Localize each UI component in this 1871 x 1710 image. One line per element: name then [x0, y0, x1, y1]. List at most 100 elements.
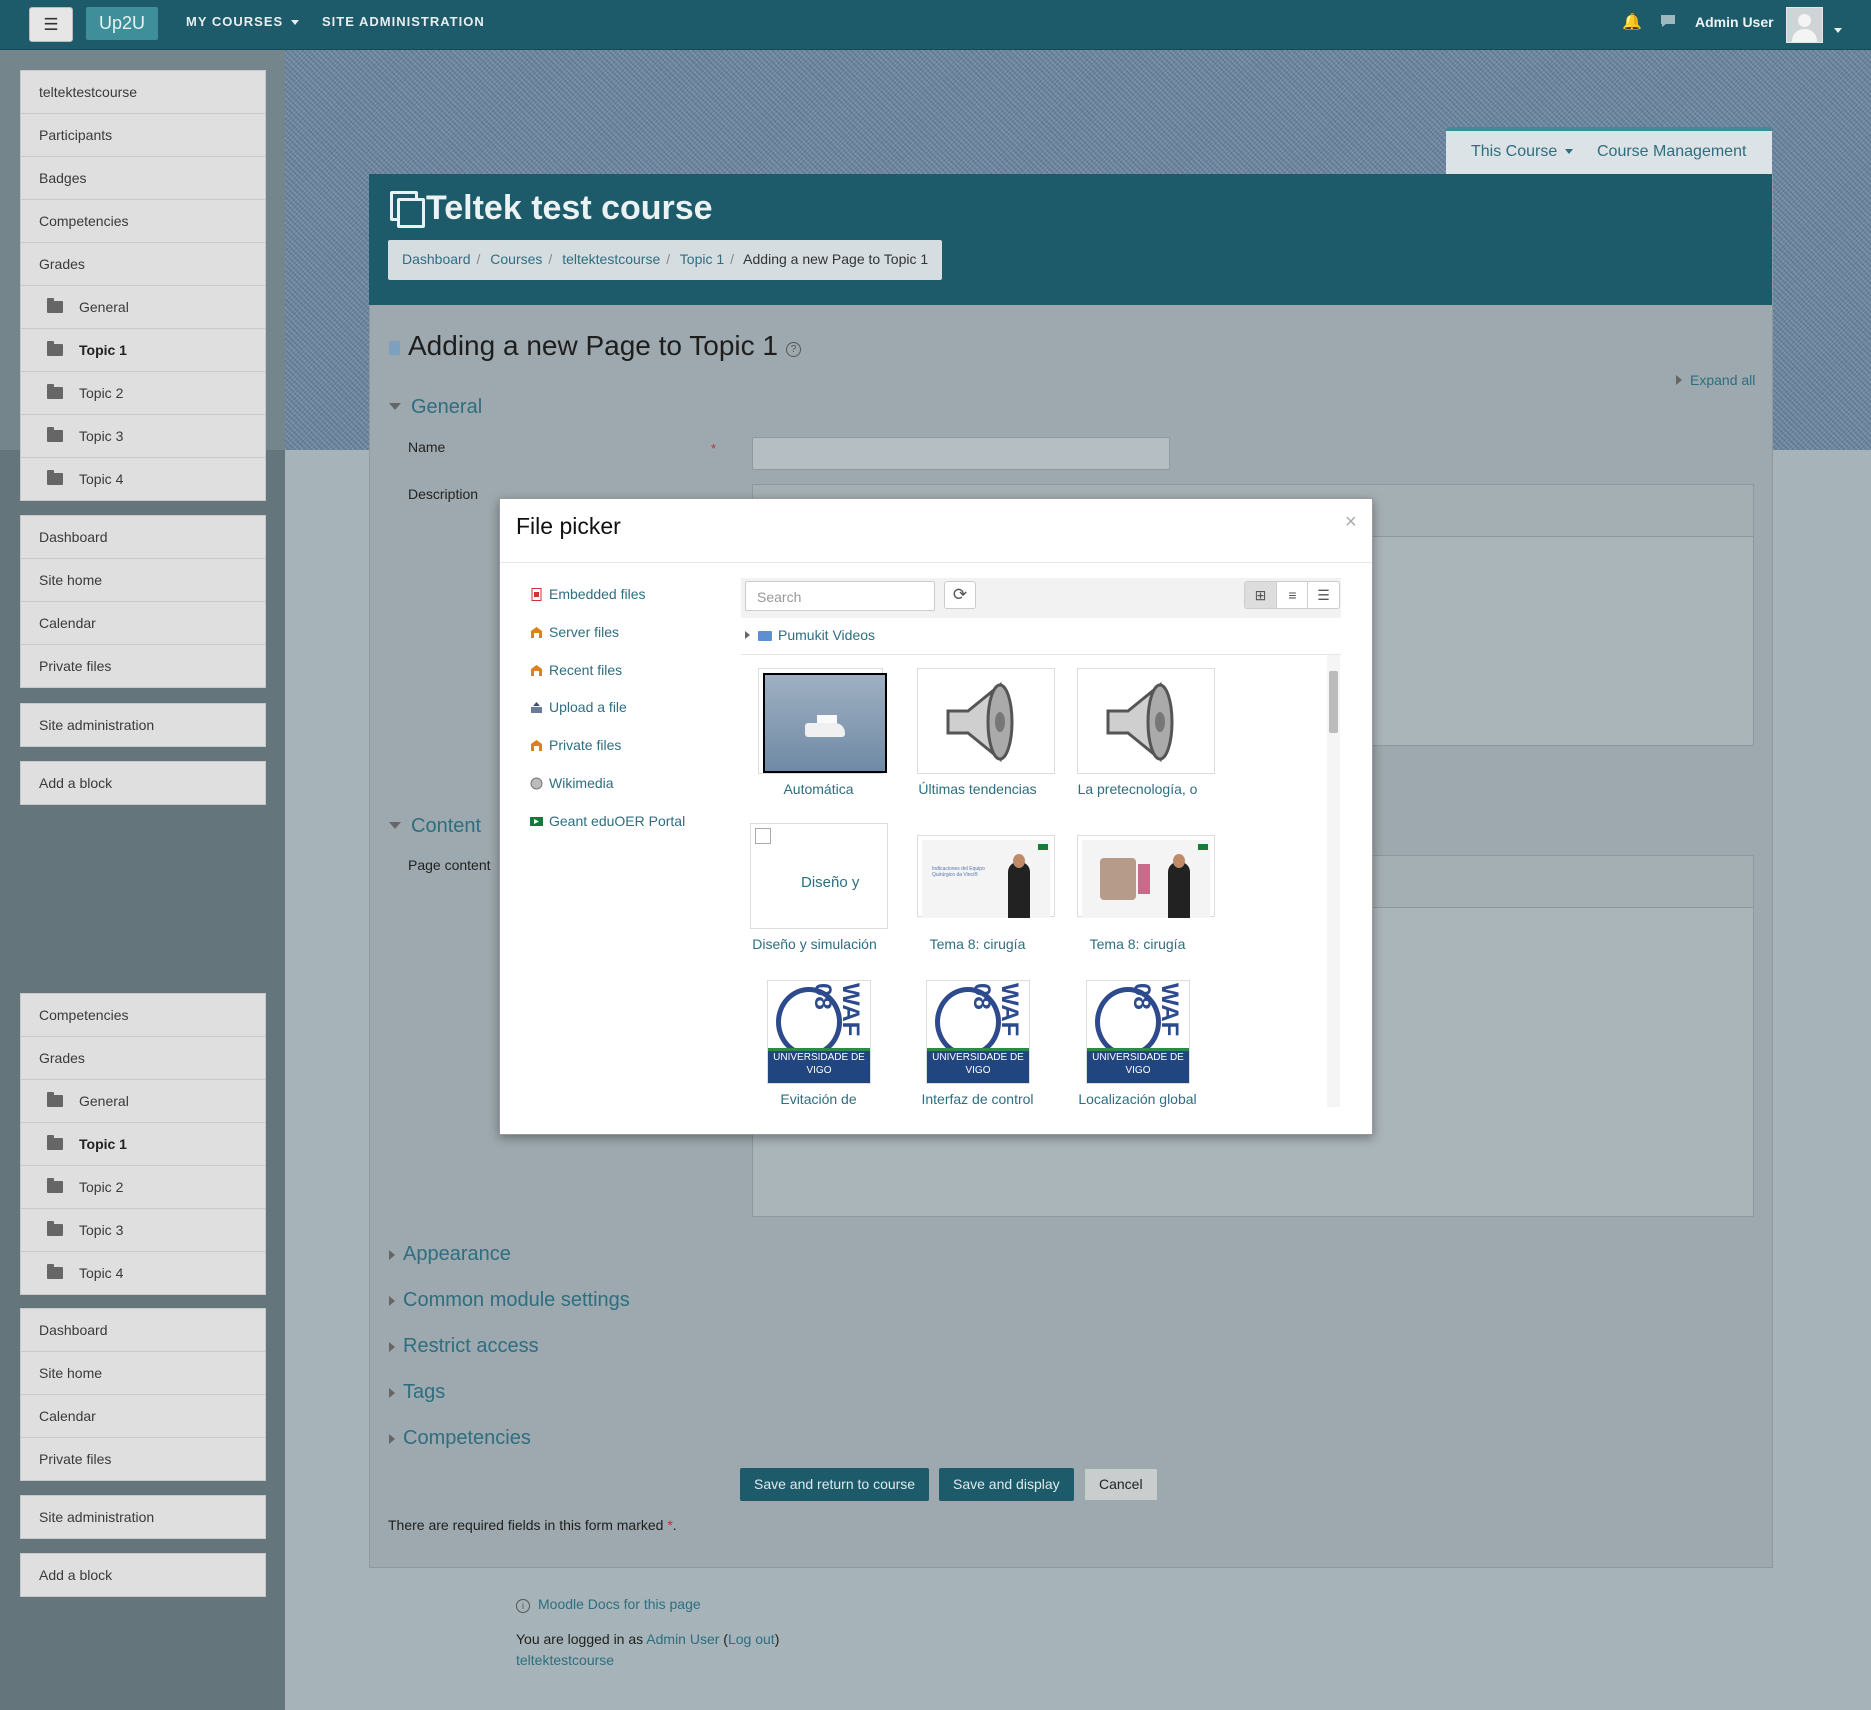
sidebar-item-site-home[interactable]: Site home — [21, 559, 265, 602]
repo-server-files[interactable]: Server files — [530, 624, 619, 640]
sidebar-item-site-administration[interactable]: Site administration — [21, 1496, 265, 1538]
hamburger-icon[interactable]: ☰ — [29, 7, 73, 42]
list-view-icon[interactable]: ≡ — [1276, 582, 1308, 608]
sidebar-item-participants[interactable]: Participants — [21, 114, 265, 157]
path-bar[interactable]: Pumukit Videos — [745, 627, 875, 643]
sidebar-item-private-files[interactable]: Private files — [21, 1438, 265, 1480]
sidebar-item-competencies[interactable]: Competencies — [21, 200, 265, 243]
file-item[interactable]: Tema 8: cirugía — [1069, 835, 1215, 963]
avatar[interactable] — [1786, 7, 1823, 43]
broken-image-icon — [755, 828, 771, 844]
close-icon[interactable]: × — [1345, 511, 1357, 534]
cancel-button[interactable]: Cancel — [1084, 1468, 1158, 1501]
site-brand[interactable]: Up2U — [86, 7, 159, 40]
sidebar-item-topic-2[interactable]: Topic 2 — [21, 372, 265, 415]
sidebar-item-label: Topic 3 — [79, 428, 124, 444]
sidebar-item-topic-4[interactable]: Topic 4 — [21, 1252, 265, 1294]
sidebar-item-site-home[interactable]: Site home — [21, 1352, 265, 1395]
sidebar-item-dashboard[interactable]: Dashboard — [21, 1309, 265, 1352]
section-restrict-access[interactable]: Restrict access — [389, 1335, 539, 1358]
sidebar-item-topic-4[interactable]: Topic 4 — [21, 458, 265, 500]
tab-course-management[interactable]: Course Management — [1597, 143, 1746, 161]
repo-private-files[interactable]: Private files — [530, 737, 621, 753]
tree-view-icon[interactable]: ☰ — [1307, 582, 1339, 608]
file-item[interactable]: WAF 08 UNIVERSIDADE DE VIGO Interfaz de c… — [909, 980, 1046, 1107]
wikimedia-icon — [530, 777, 543, 790]
repo-recent-files[interactable]: Recent files — [530, 662, 622, 678]
section-tags[interactable]: Tags — [389, 1381, 445, 1404]
sidebar-item-general[interactable]: General — [21, 286, 265, 329]
breadcrumb-course[interactable]: teltektestcourse — [562, 251, 660, 267]
bell-icon[interactable]: 🔔 — [1622, 13, 1642, 33]
section-common-module-settings[interactable]: Common module settings — [389, 1289, 630, 1312]
sidebar-item-site-administration[interactable]: Site administration — [21, 704, 265, 746]
sidebar-item-dashboard[interactable]: Dashboard — [21, 516, 265, 559]
file-item[interactable]: WAF 08 UNIVERSIDADE DE VIGO Localización … — [1069, 980, 1206, 1107]
refresh-icon[interactable]: ⟳ — [944, 581, 976, 609]
triangle-right-icon — [1676, 375, 1682, 385]
sidebar-item-competencies[interactable]: Competencies — [21, 994, 265, 1037]
breadcrumb-topic[interactable]: Topic 1 — [680, 251, 724, 267]
sidebar-item-topic-2[interactable]: Topic 2 — [21, 1166, 265, 1209]
sidebar-item-badges[interactable]: Badges — [21, 157, 265, 200]
file-item[interactable]: Automática — [750, 668, 887, 808]
page-icon — [389, 341, 400, 355]
repo-upload-file[interactable]: Upload a file — [530, 699, 627, 715]
sidebar-item-label: Topic 4 — [79, 471, 124, 487]
user-menu-chevron-icon[interactable] — [1834, 21, 1842, 38]
slide-image: Indicaciones del Equipo Quirúrgico da Vi… — [922, 840, 1050, 918]
section-competencies[interactable]: Competencies — [389, 1427, 531, 1450]
scrollbar-thumb[interactable] — [1329, 671, 1338, 733]
tab-this-course[interactable]: This Course — [1471, 143, 1574, 161]
chat-icon[interactable] — [1658, 13, 1678, 33]
repo-geant[interactable]: Geant eduOER Portal — [530, 813, 685, 829]
file-item[interactable]: WAF 08 UNIVERSIDADE DE VIGO Evitación de — [750, 980, 887, 1107]
footer-course-link[interactable]: teltektestcourse — [516, 1652, 614, 1668]
sidebar-item-topic-3[interactable]: Topic 3 — [21, 1209, 265, 1252]
site-administration-link[interactable]: SITE ADMINISTRATION — [322, 0, 485, 45]
user-name[interactable]: Admin User — [1695, 0, 1774, 45]
name-field[interactable] — [752, 437, 1170, 470]
sidebar-item-course[interactable]: teltektestcourse — [21, 71, 265, 114]
save-display-button[interactable]: Save and display — [939, 1468, 1074, 1501]
footer-user-link[interactable]: Admin User — [646, 1631, 719, 1647]
speaker-icon — [946, 681, 1014, 763]
triangle-right-icon — [389, 1388, 395, 1398]
top-navbar: ☰ Up2U MY COURSES SITE ADMINISTRATION 🔔 … — [0, 0, 1871, 50]
section-content-header[interactable]: Content — [389, 815, 481, 838]
sidebar-item-calendar[interactable]: Calendar — [21, 1395, 265, 1438]
sidebar-item-grades[interactable]: Grades — [21, 1037, 265, 1080]
save-return-button[interactable]: Save and return to course — [740, 1468, 930, 1501]
file-name: Últimas tendencias — [918, 781, 1037, 797]
search-input[interactable]: Search — [745, 581, 935, 611]
my-courses-menu[interactable]: MY COURSES — [186, 0, 300, 45]
scrollbar[interactable] — [1327, 655, 1340, 1107]
icon-view-icon[interactable]: ⊞ — [1245, 582, 1276, 608]
breadcrumb-courses[interactable]: Courses — [490, 251, 542, 267]
file-name: Interfaz de control — [921, 1091, 1034, 1107]
sidebar-item-topic-1[interactable]: Topic 1 — [21, 1123, 265, 1166]
file-item[interactable]: Últimas tendencias — [909, 668, 1055, 808]
breadcrumb-dashboard[interactable]: Dashboard — [402, 251, 471, 267]
sidebar-item-add-block[interactable]: Add a block — [21, 1554, 265, 1596]
section-general-header[interactable]: General — [389, 396, 482, 419]
file-item[interactable]: La pretecnología, o — [1069, 668, 1215, 808]
file-item[interactable]: Diseño y Diseño y simulación — [750, 823, 888, 963]
page-title: Adding a new Page to Topic 1? — [389, 330, 801, 362]
sidebar-item-private-files[interactable]: Private files — [21, 645, 265, 687]
expand-all-link[interactable]: Expand all — [1676, 372, 1755, 388]
sidebar-item-topic-1[interactable]: Topic 1 — [21, 329, 265, 372]
moodle-docs-link[interactable]: i Moodle Docs for this page — [516, 1596, 701, 1613]
logout-link[interactable]: Log out — [728, 1631, 775, 1647]
section-appearance[interactable]: Appearance — [389, 1243, 511, 1266]
sidebar-item-calendar[interactable]: Calendar — [21, 602, 265, 645]
sidebar-item-grades[interactable]: Grades — [21, 243, 265, 286]
file-item[interactable]: Indicaciones del Equipo Quirúrgico da Vi… — [909, 835, 1055, 963]
help-icon[interactable]: ? — [785, 342, 801, 357]
sidebar-item-add-block[interactable]: Add a block — [21, 762, 265, 804]
sidebar-item-topic-3[interactable]: Topic 3 — [21, 415, 265, 458]
page-content-label: Page content — [408, 857, 491, 873]
repo-wikimedia[interactable]: Wikimedia — [530, 775, 614, 791]
repo-embedded-files[interactable]: Embedded files — [530, 586, 646, 602]
sidebar-item-general[interactable]: General — [21, 1080, 265, 1123]
